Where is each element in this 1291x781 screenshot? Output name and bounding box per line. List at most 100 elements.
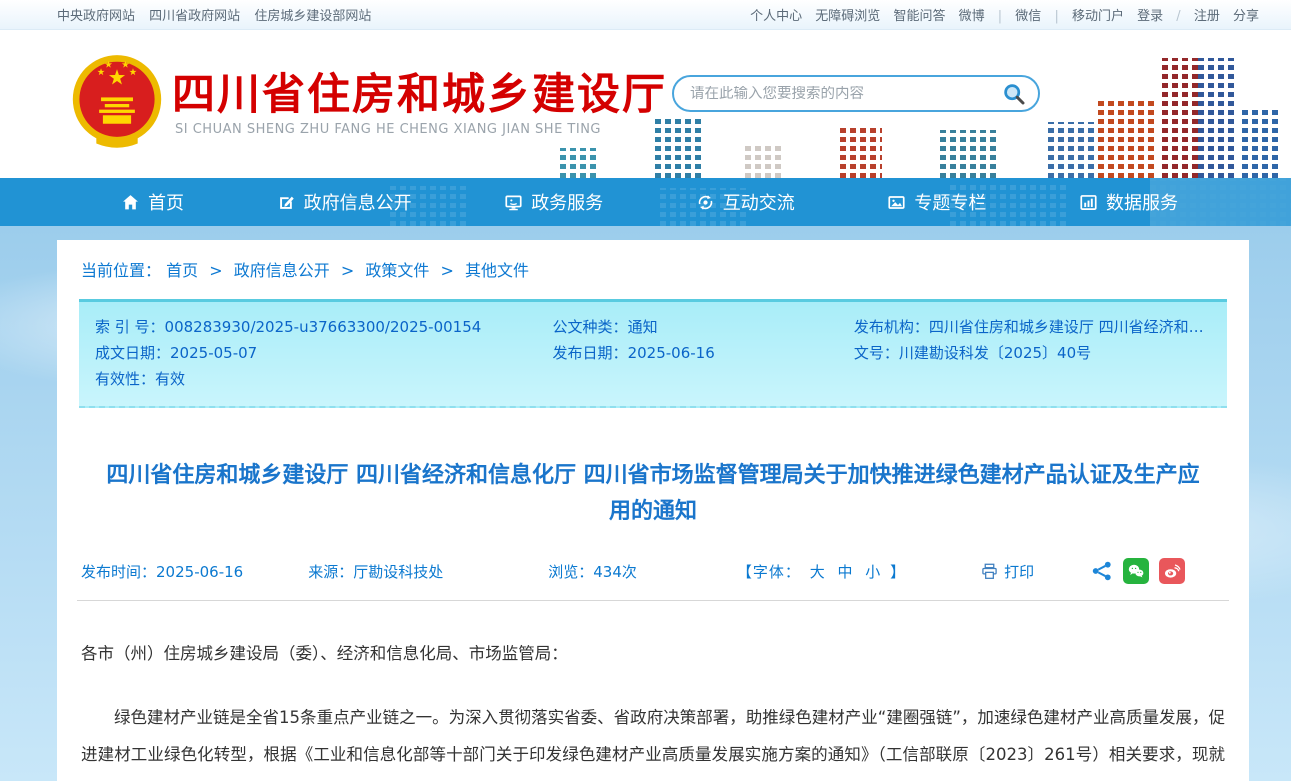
nav-items: 首页 政府信息公开 政务服务 互动交流 专题专栏 数据服务 bbox=[57, 178, 1243, 226]
search-input[interactable] bbox=[690, 86, 1002, 102]
views-label: 浏览： bbox=[548, 563, 593, 581]
building-decoration bbox=[1198, 58, 1238, 178]
doc-number-label: 文号： bbox=[854, 344, 899, 362]
link-wechat[interactable]: 微信 bbox=[1015, 9, 1041, 24]
print-label: 打印 bbox=[1004, 561, 1034, 582]
article-source: 来源：厅勘设科技处 bbox=[308, 561, 443, 582]
link-accessibility[interactable]: 无障碍浏览 bbox=[815, 9, 880, 24]
written-date-value: 2025-05-07 bbox=[170, 344, 257, 362]
top-utility-bar: 中央政府网站 四川省政府网站 住房城乡建设部网站 个人中心 无障碍浏览 智能问答… bbox=[0, 0, 1291, 30]
doc-type-value: 通知 bbox=[628, 318, 658, 336]
nav-item-special-topics[interactable]: 专题专栏 bbox=[888, 189, 986, 215]
breadcrumb-other-files[interactable]: 其他文件 bbox=[465, 261, 529, 280]
source-label: 来源： bbox=[308, 563, 353, 581]
nav-label: 专题专栏 bbox=[914, 189, 986, 215]
link-share[interactable]: 分享 bbox=[1233, 9, 1259, 24]
share-buttons bbox=[1091, 558, 1185, 584]
building-decoration bbox=[840, 124, 882, 178]
index-number-cell: 索 引 号：008283930/2025-u37663300/2025-0015… bbox=[95, 314, 553, 340]
link-register[interactable]: 注册 bbox=[1194, 9, 1220, 24]
body-paragraph: 绿色建材产业链是全省15条重点产业链之一。为深入贯彻落实省委、省政府决策部署，助… bbox=[81, 699, 1225, 781]
nav-item-gov-info[interactable]: 政府信息公开 bbox=[278, 189, 412, 215]
font-size-large[interactable]: 大 bbox=[810, 563, 826, 581]
document-meta-table: 索 引 号：008283930/2025-u37663300/2025-0015… bbox=[79, 299, 1227, 408]
site-header: 四川省住房和城乡建设厅 SI CHUAN SHENG ZHU FANG HE C… bbox=[0, 30, 1291, 178]
separator: / bbox=[1176, 9, 1180, 24]
breadcrumb-policy-files[interactable]: 政策文件 bbox=[365, 261, 429, 280]
nav-item-interaction[interactable]: 互动交流 bbox=[697, 189, 795, 215]
weibo-share-button[interactable] bbox=[1159, 558, 1185, 584]
meta-row: 索 引 号：008283930/2025-u37663300/2025-0015… bbox=[95, 314, 1211, 340]
source-value: 厅勘设科技处 bbox=[353, 563, 443, 581]
agency-cell: 发布机构：四川省住房和城乡建设厅 四川省经济和信息化... bbox=[854, 314, 1211, 340]
doc-type-cell: 公文种类：通知 bbox=[553, 314, 854, 340]
separator: | bbox=[1054, 9, 1058, 24]
nav-item-data-services[interactable]: 数据服务 bbox=[1080, 189, 1178, 215]
publish-time-value: 2025-06-16 bbox=[156, 563, 243, 581]
building-decoration bbox=[1098, 98, 1158, 178]
breadcrumb-home[interactable]: 首页 bbox=[166, 261, 198, 280]
share-icon bbox=[1091, 560, 1113, 582]
chart-icon bbox=[1080, 194, 1097, 211]
printer-icon bbox=[981, 563, 998, 580]
link-weibo[interactable]: 微博 bbox=[959, 9, 985, 24]
link-mobile-portal[interactable]: 移动门户 bbox=[1072, 9, 1124, 24]
font-size-medium[interactable]: 中 bbox=[837, 563, 853, 581]
separator: | bbox=[998, 9, 1002, 24]
topbar-site-links: 中央政府网站 四川省政府网站 住房城乡建设部网站 bbox=[57, 5, 381, 24]
font-size-control: 【字体： 大 中 小 】 bbox=[737, 561, 906, 582]
breadcrumb: 当前位置： 首页 > 政府信息公开 > 政策文件 > 其他文件 bbox=[77, 240, 1229, 295]
doc-number-value: 川建勘设科发〔2025〕40号 bbox=[899, 344, 1091, 362]
search-icon[interactable] bbox=[1002, 82, 1026, 106]
building-decoration bbox=[1242, 108, 1282, 178]
salutation: 各市（州）住房城乡建设局（委）、经济和信息化局、市场监管局： bbox=[81, 639, 1225, 669]
wechat-icon bbox=[1127, 562, 1145, 580]
view-count: 浏览：434次 bbox=[548, 561, 637, 582]
meta-row: 有效性：有效 bbox=[95, 366, 1211, 392]
font-size-small[interactable]: 小 bbox=[865, 563, 881, 581]
page-background: 当前位置： 首页 > 政府信息公开 > 政策文件 > 其他文件 索 引 号：00… bbox=[0, 226, 1291, 781]
share-button[interactable] bbox=[1091, 560, 1113, 582]
article-title: 四川省住房和城乡建设厅 四川省经济和信息化厅 四川省市场监督管理局关于加快推进绿… bbox=[103, 458, 1203, 530]
building-decoration bbox=[1162, 58, 1198, 178]
nav-item-home[interactable]: 首页 bbox=[122, 189, 184, 215]
link-central-gov[interactable]: 中央政府网站 bbox=[57, 9, 135, 24]
print-button[interactable]: 打印 bbox=[981, 561, 1034, 582]
link-mohurd[interactable]: 住房城乡建设部网站 bbox=[254, 9, 371, 24]
nav-label: 互动交流 bbox=[723, 189, 795, 215]
publish-time-label: 发布时间： bbox=[81, 563, 156, 581]
link-personal-center[interactable]: 个人中心 bbox=[750, 9, 802, 24]
breadcrumb-separator: > bbox=[209, 261, 222, 280]
validity-cell: 有效性：有效 bbox=[95, 366, 553, 392]
interaction-icon bbox=[697, 194, 714, 211]
nav-item-services[interactable]: 政务服务 bbox=[505, 189, 603, 215]
wechat-share-button[interactable] bbox=[1123, 558, 1149, 584]
link-smart-qa[interactable]: 智能问答 bbox=[893, 9, 945, 24]
breadcrumb-gov-info[interactable]: 政府信息公开 bbox=[234, 261, 330, 280]
monitor-icon bbox=[505, 194, 522, 211]
index-number-value: 008283930/2025-u37663300/2025-00154 bbox=[165, 318, 482, 336]
meta-row: 成文日期：2025-05-07 发布日期：2025-06-16 文号：川建勘设科… bbox=[95, 340, 1211, 366]
link-login[interactable]: 登录 bbox=[1137, 9, 1163, 24]
edit-icon bbox=[278, 194, 295, 211]
breadcrumb-separator: > bbox=[341, 261, 354, 280]
site-title: 四川省住房和城乡建设厅 bbox=[172, 60, 667, 122]
image-icon bbox=[888, 194, 905, 211]
validity-value: 有效 bbox=[155, 370, 185, 388]
written-date-cell: 成文日期：2025-05-07 bbox=[95, 340, 553, 366]
written-date-label: 成文日期： bbox=[95, 344, 170, 362]
nav-label: 首页 bbox=[148, 189, 184, 215]
agency-label: 发布机构： bbox=[854, 318, 929, 336]
breadcrumb-separator: > bbox=[440, 261, 453, 280]
link-sichuan-gov[interactable]: 四川省政府网站 bbox=[149, 9, 240, 24]
font-label: 【字体： bbox=[737, 563, 801, 581]
views-value: 434次 bbox=[593, 563, 637, 581]
article-meta-bar: 发布时间：2025-06-16 来源：厅勘设科技处 浏览：434次 【字体： 大… bbox=[77, 558, 1229, 601]
breadcrumb-label: 当前位置： bbox=[81, 261, 161, 280]
home-icon bbox=[122, 194, 139, 211]
nav-label: 政务服务 bbox=[531, 189, 603, 215]
publish-date-cell: 发布日期：2025-06-16 bbox=[553, 340, 854, 366]
site-search bbox=[672, 75, 1040, 112]
validity-label: 有效性： bbox=[95, 370, 155, 388]
building-decoration bbox=[1048, 122, 1096, 178]
